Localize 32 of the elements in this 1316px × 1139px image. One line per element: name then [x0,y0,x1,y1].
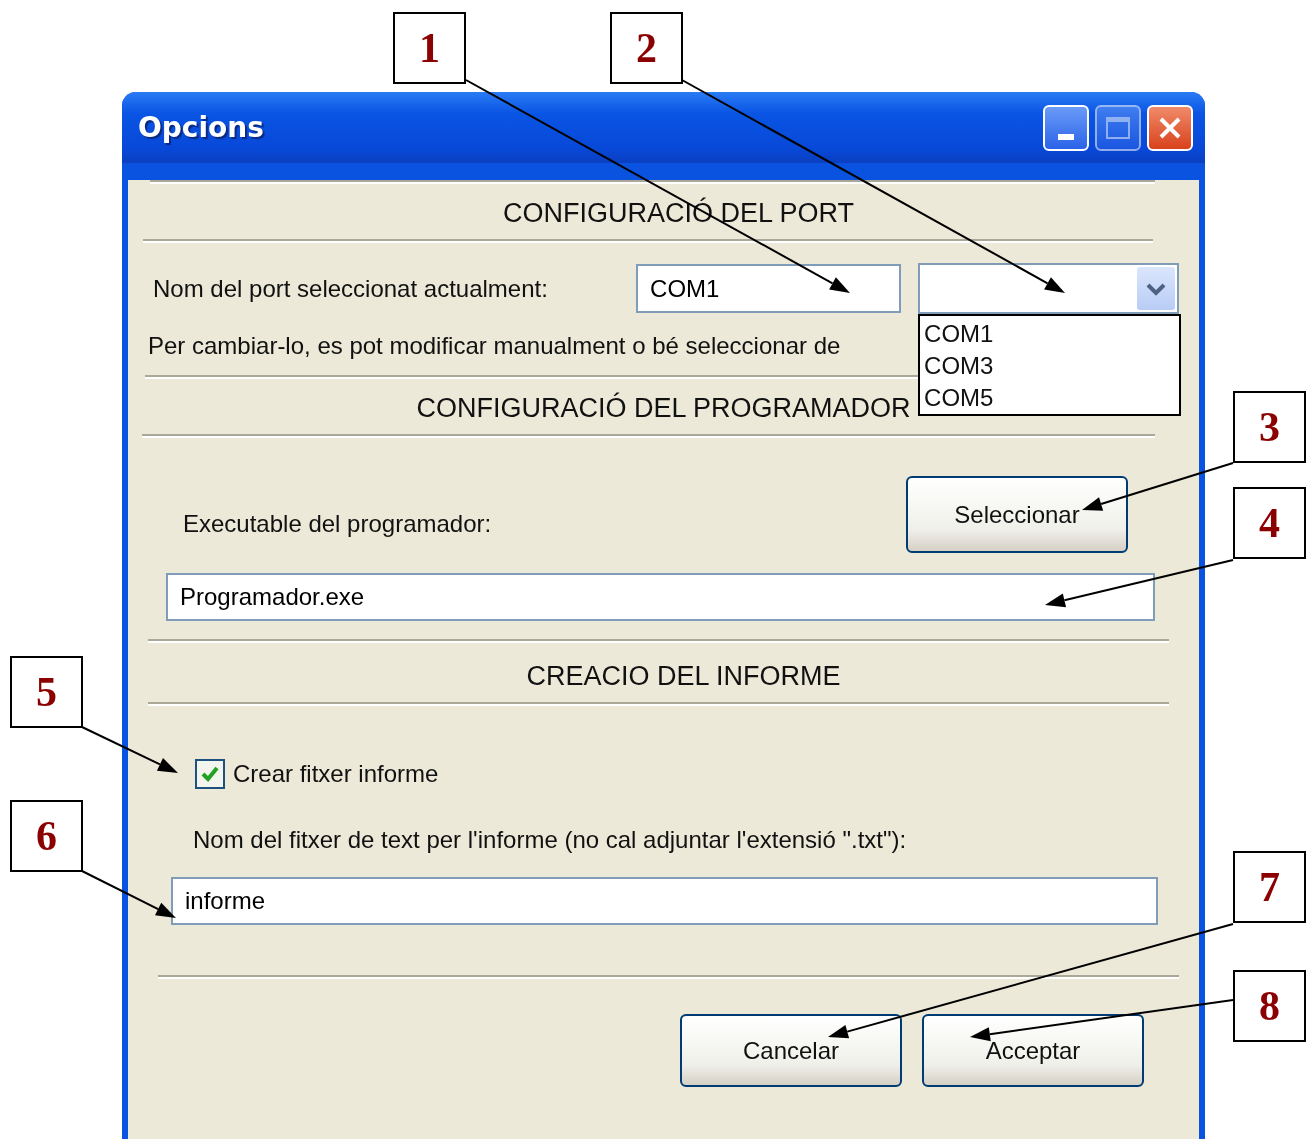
dialog-button[interactable]: Acceptar [922,1014,1144,1087]
select-button[interactable]: Seleccionar [906,476,1128,553]
dialog-button[interactable]: Cancelar [680,1014,902,1087]
section-heading: CONFIGURACIÓ DEL PORT [502,198,854,228]
field-label: Nom del port seleccionat actualment: [153,274,549,303]
callout-number: 1 [393,12,466,84]
path-field[interactable]: Programador.exe [166,573,1155,621]
close-button[interactable] [1147,104,1193,151]
dropdown-option[interactable]: COM5 [924,382,1176,414]
check-icon [200,765,220,783]
callout-number: 6 [10,800,83,872]
field-label: Executable del programador: [183,510,492,538]
callout-number: 2 [610,12,683,84]
callout-number: 8 [1233,970,1306,1042]
chevron-down-icon [1145,281,1167,296]
callout-number: 7 [1233,851,1306,923]
checkbox-label[interactable]: Crear fitxer informe [233,760,439,788]
hint-text: Per cambiar-lo, es pot modificar manualment o bé seleccionar de [148,331,841,361]
file-name-field[interactable]: informe [171,877,1158,925]
window-title: Opcions [138,111,264,144]
callout-number: 4 [1233,487,1306,559]
dropdown-option[interactable]: COM3 [924,350,1176,382]
maximize-button[interactable] [1095,104,1141,151]
field-label: Nom del fitxer de text per l'informe (no cal adjuntar l'extensió ".txt"): [193,825,908,855]
port-field[interactable]: COM1 [636,264,902,313]
section-heading: CREACIO DEL INFORME [526,661,841,691]
section-heading: CONFIGURACIÓ DEL PROGRAMADOR [416,393,911,423]
minimize-button[interactable] [1043,104,1089,151]
callout-number: 5 [10,656,83,728]
checkbox[interactable] [195,759,225,789]
callout-number: 3 [1233,391,1306,463]
dropdown-option[interactable]: COM1 [924,318,1176,350]
